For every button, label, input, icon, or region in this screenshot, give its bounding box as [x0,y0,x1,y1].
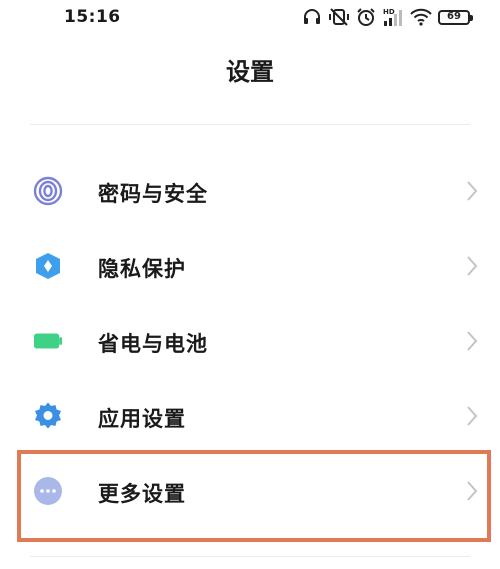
settings-list: 密码与安全 隐私保护 省电与电池 应用设置 更多设置 [0,154,500,529]
chevron-right-icon [466,480,478,502]
settings-item-more-settings[interactable]: 更多设置 [0,454,500,529]
page-title: 设置 [226,58,274,86]
alarm-icon [356,7,376,27]
chevron-right-icon [466,405,478,427]
divider [30,556,470,557]
wifi-icon [410,8,432,26]
settings-item-label: 应用设置 [98,407,186,431]
settings-item-password-security[interactable]: 密码与安全 [0,154,500,229]
divider [30,124,470,125]
headphones-icon [302,7,322,27]
settings-item-privacy[interactable]: 隐私保护 [0,229,500,304]
chevron-right-icon [466,330,478,352]
settings-item-label: 省电与电池 [98,332,208,356]
settings-item-battery[interactable]: 省电与电池 [0,304,500,379]
battery-indicator: 69 [438,9,473,25]
signal-icon: HD [382,7,404,27]
gear-icon [33,401,63,431]
battery-icon [33,326,63,356]
status-icons: HD 69 [302,5,473,29]
chevron-right-icon [466,255,478,277]
settings-item-label: 密码与安全 [98,182,208,206]
battery-level: 69 [447,11,461,22]
status-time: 15:16 [64,7,121,27]
chevron-right-icon [466,180,478,202]
status-bar: 15:16 HD 69 [0,0,500,36]
hd-label: HD [383,8,395,16]
fingerprint-icon [33,176,63,206]
settings-item-app-settings[interactable]: 应用设置 [0,379,500,454]
privacy-shield-icon [33,251,63,281]
more-dots-icon [33,476,63,506]
settings-item-label: 隐私保护 [98,257,186,281]
settings-item-label: 更多设置 [98,482,186,506]
mute-vibrate-icon [328,7,350,27]
